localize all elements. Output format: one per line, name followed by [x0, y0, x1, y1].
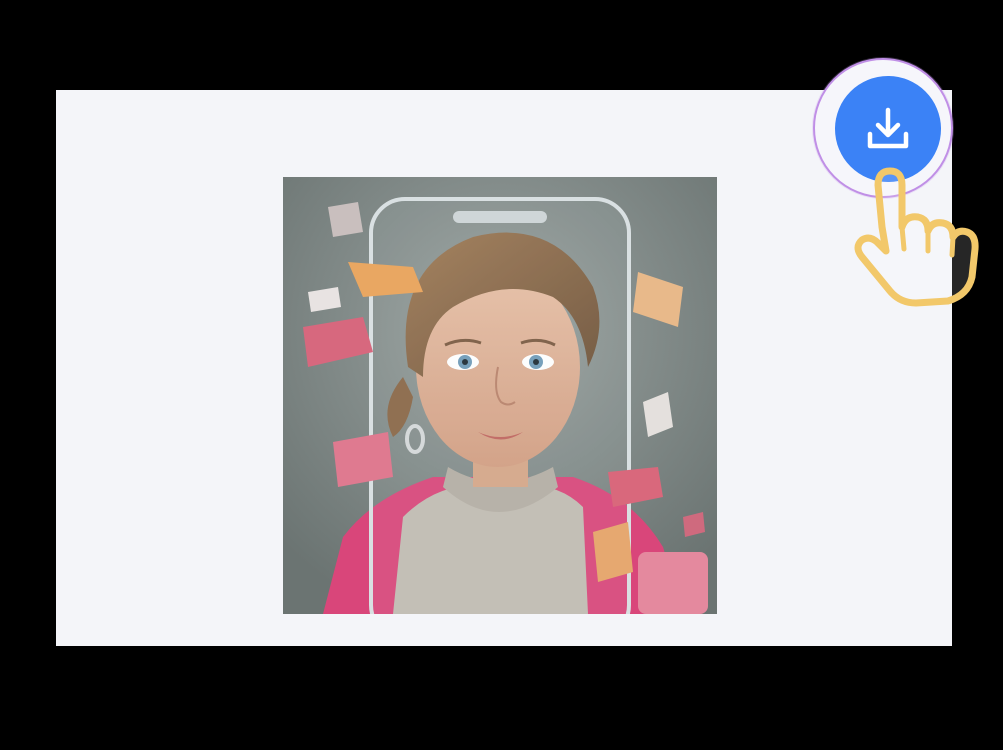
portrait-illustration — [283, 177, 717, 614]
download-icon — [867, 107, 909, 149]
pointer-hand-icon — [854, 167, 979, 307]
screen — [0, 0, 1003, 750]
portrait-image — [283, 177, 717, 614]
